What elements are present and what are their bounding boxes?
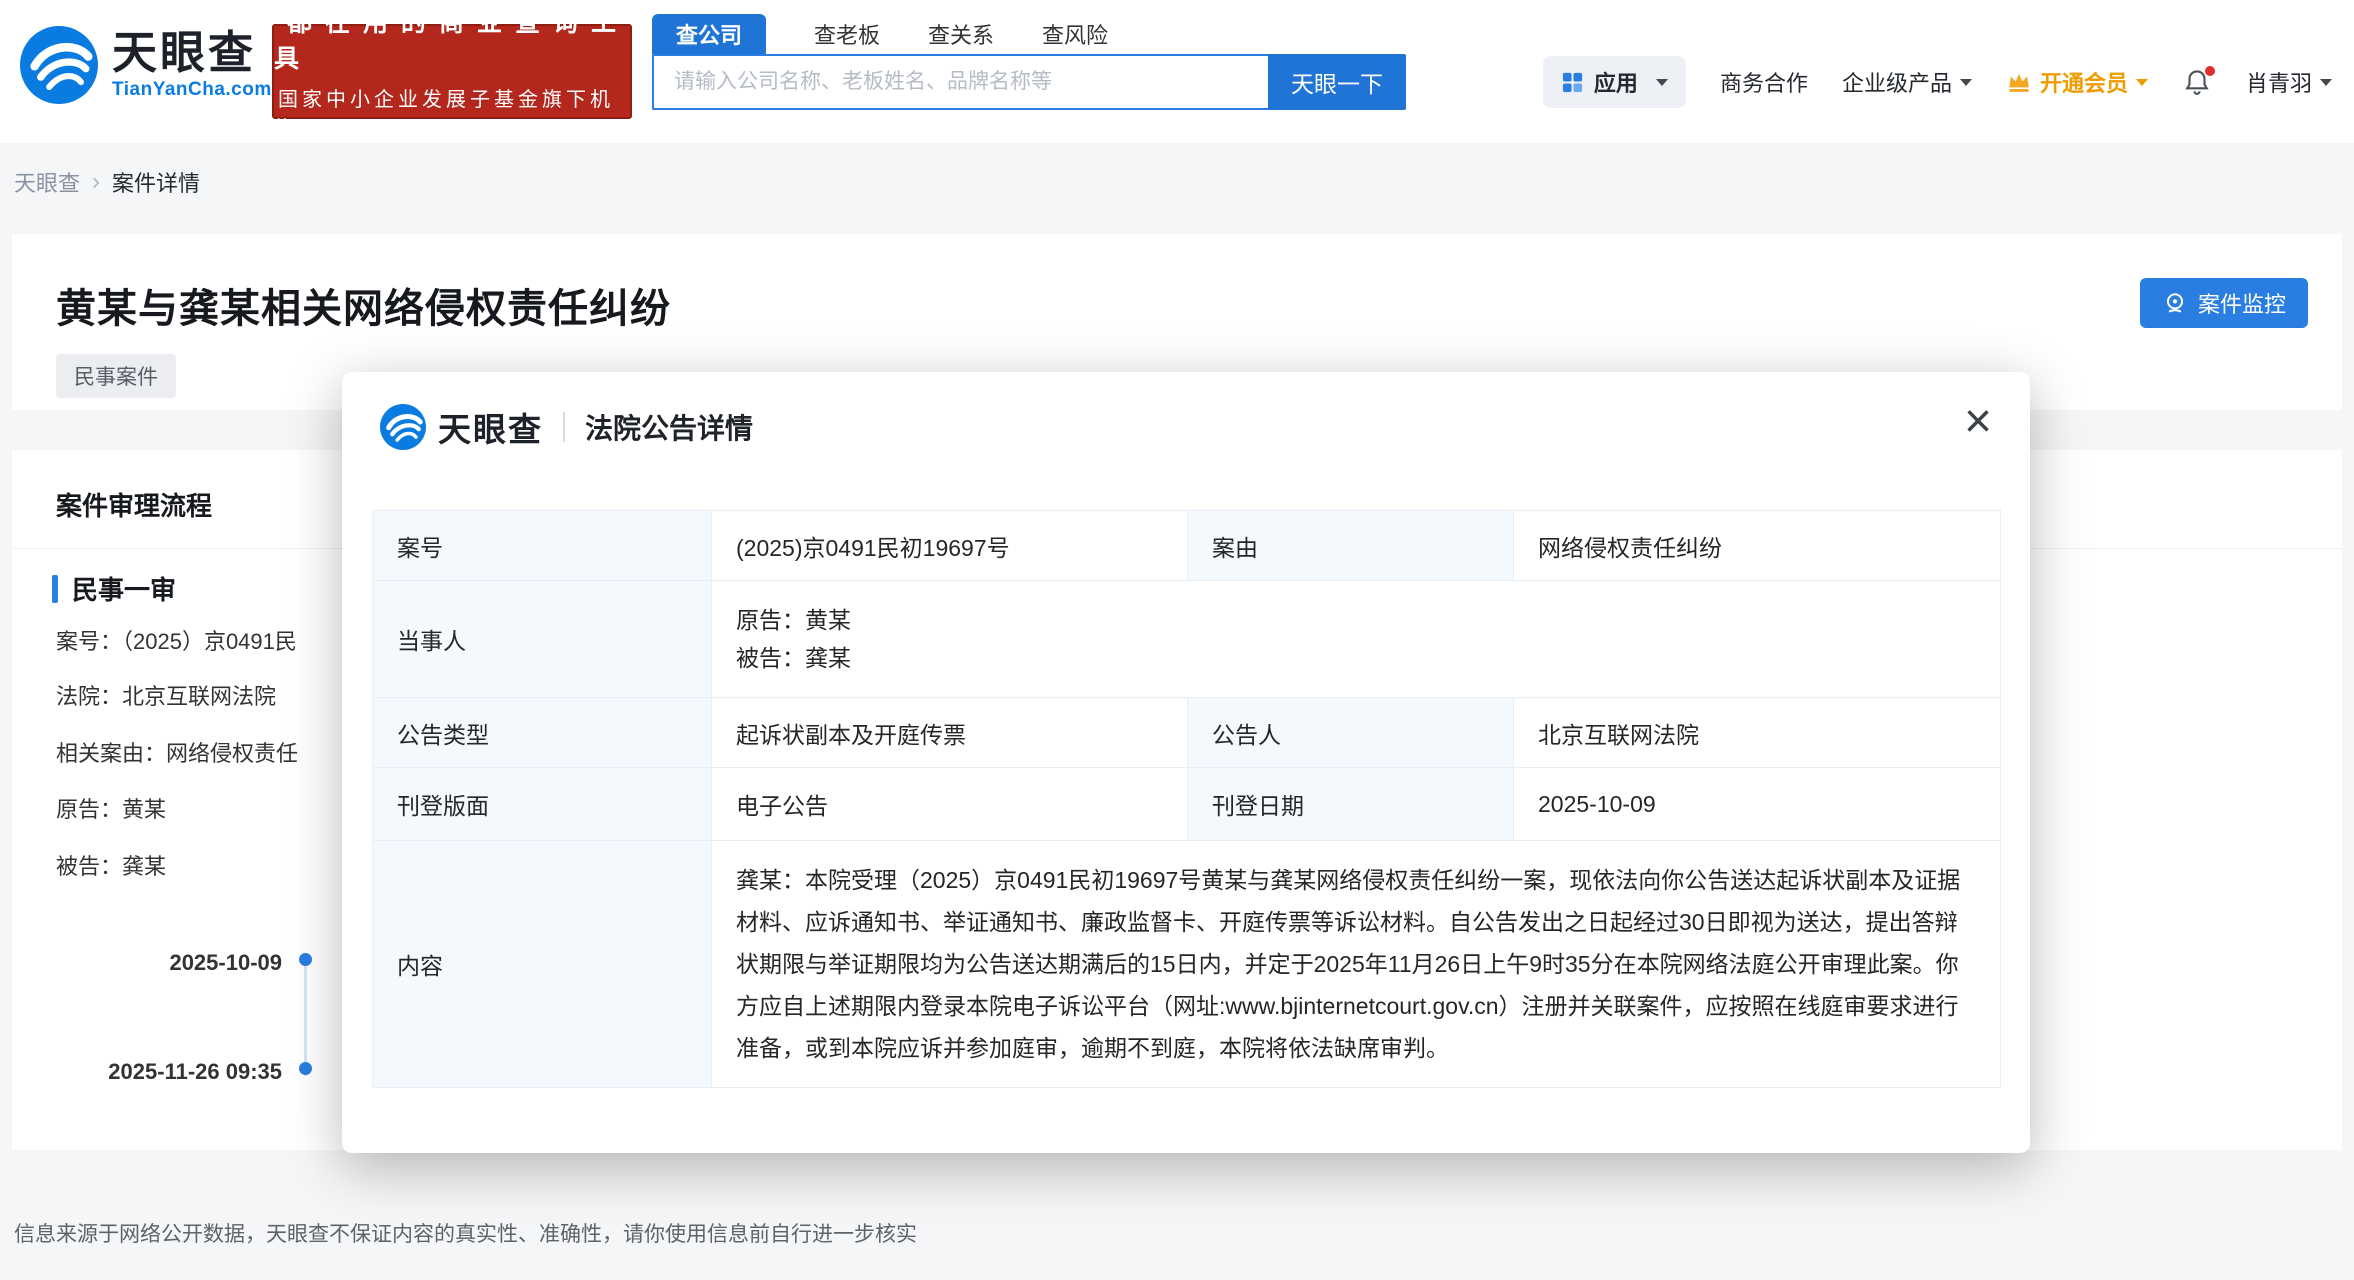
case-monitor-button[interactable]: 案件监控 <box>2140 278 2308 328</box>
timeline-dot <box>299 1062 312 1075</box>
cell-notice-type-label: 公告类型 <box>373 698 712 768</box>
chevron-down-icon <box>1960 79 1972 86</box>
top-header: 天眼查 TianYanCha.com 都在用的商业查询工具 国家中小企业发展子基… <box>0 0 2354 143</box>
chevron-down-icon <box>2320 79 2332 86</box>
breadcrumb: 天眼查 › 案件详情 <box>14 166 200 198</box>
chevron-down-icon <box>1656 79 1668 86</box>
crown-icon <box>2006 69 2040 95</box>
stage-accent-bar <box>52 575 58 603</box>
search-input[interactable] <box>652 54 1268 110</box>
tab-search-risk[interactable]: 查风险 <box>1042 18 1108 50</box>
cell-announcer-label: 公告人 <box>1188 698 1514 768</box>
chevron-down-icon <box>2136 79 2148 86</box>
vip-label: 开通会员 <box>2040 66 2128 98</box>
defendant-line: 被告：龚某 <box>736 639 1976 677</box>
modal-brand-name: 天眼查 <box>438 403 543 451</box>
tab-search-company[interactable]: 查公司 <box>652 14 766 54</box>
search-button[interactable]: 天眼一下 <box>1268 54 1406 110</box>
timeline-date: 2025-10-09 <box>12 950 282 976</box>
breadcrumb-home[interactable]: 天眼查 <box>14 166 80 198</box>
cell-notice-type: 起诉状副本及开庭传票 <box>712 698 1188 768</box>
enterprise-label: 企业级产品 <box>1842 66 1952 98</box>
divider <box>563 412 565 442</box>
cell-publish-date: 2025-10-09 <box>1514 768 2001 841</box>
flow-field-plaintiff: 原告：黄某 <box>56 792 166 824</box>
cell-publish-date-label: 刊登日期 <box>1188 768 1514 841</box>
search-tabs: 查公司 查老板 查关系 查风险 <box>652 14 1108 54</box>
tab-search-relation[interactable]: 查关系 <box>928 18 994 50</box>
plaintiff-line: 原告：黄某 <box>736 601 1976 639</box>
top-nav: 应用 商务合作 企业级产品 开通会员 <box>1543 54 2332 110</box>
nav-enterprise-products[interactable]: 企业级产品 <box>1842 66 1972 98</box>
timeline-date: 2025-11-26 09:35 <box>12 1059 282 1085</box>
tianyancha-logo-icon <box>380 404 426 450</box>
table-row: 案号 (2025)京0491民初19697号 案由 网络侵权责任纠纷 <box>373 511 2001 581</box>
modal-header: 天眼查 法院公告详情 × <box>380 402 1992 452</box>
cell-content: 龚某：本院受理（2025）京0491民初19697号黄某与龚某网络侵权责任纠纷一… <box>712 841 2001 1088</box>
table-row: 内容 龚某：本院受理（2025）京0491民初19697号黄某与龚某网络侵权责任… <box>373 841 2001 1088</box>
apps-grid-icon <box>1561 71 1584 94</box>
cooperation-label: 商务合作 <box>1720 66 1808 98</box>
cell-publish-page-label: 刊登版面 <box>373 768 712 841</box>
section-title-case-flow: 案件审理流程 <box>56 486 212 523</box>
promo-line1: 都在用的商业查询工具 <box>274 3 630 75</box>
cell-parties: 原告：黄某 被告：龚某 <box>712 581 2001 698</box>
monitor-icon <box>2162 290 2188 316</box>
stage-label: 民事一审 <box>72 570 176 607</box>
timeline-dot <box>299 953 312 966</box>
notifications-bell[interactable] <box>2182 67 2212 97</box>
cell-parties-label: 当事人 <box>373 581 712 698</box>
brand-name: 天眼查 <box>112 29 272 76</box>
court-notice-modal: 天眼查 法院公告详情 × 案号 (2025)京0491民初19697号 案由 网… <box>342 372 2030 1153</box>
page: 天眼查 TianYanCha.com 都在用的商业查询工具 国家中小企业发展子基… <box>0 0 2354 1280</box>
tab-search-boss[interactable]: 查老板 <box>814 18 880 50</box>
apps-menu[interactable]: 应用 <box>1543 56 1686 108</box>
table-row: 当事人 原告：黄某 被告：龚某 <box>373 581 2001 698</box>
flow-field-cause: 相关案由：网络侵权责任 <box>56 736 298 768</box>
promo-banner: 都在用的商业查询工具 国家中小企业发展子基金旗下机构 <box>272 24 632 119</box>
footer-disclaimer: 信息来源于网络公开数据，天眼查不保证内容的真实性、准确性，请你使用信息前自行进一… <box>14 1218 917 1248</box>
brand-logo[interactable]: 天眼查 TianYanCha.com <box>20 26 272 104</box>
brand-text: 天眼查 TianYanCha.com <box>112 29 272 100</box>
breadcrumb-current: 案件详情 <box>112 166 200 198</box>
cell-case-no: (2025)京0491民初19697号 <box>712 511 1188 581</box>
nav-open-vip[interactable]: 开通会员 <box>2006 66 2148 98</box>
cell-announcer: 北京互联网法院 <box>1514 698 2001 768</box>
brand-domain: TianYanCha.com <box>112 79 272 101</box>
cell-publish-page: 电子公告 <box>712 768 1188 841</box>
user-menu[interactable]: 肖青羽 <box>2246 66 2332 98</box>
notice-detail-table: 案号 (2025)京0491民初19697号 案由 网络侵权责任纠纷 当事人 原… <box>372 510 2001 1088</box>
case-type-badge: 民事案件 <box>56 354 176 398</box>
flow-field-court: 法院：北京互联网法院 <box>56 679 276 711</box>
timeline-connector <box>304 964 307 1076</box>
tianyancha-logo-icon <box>20 26 98 104</box>
breadcrumb-separator: › <box>92 168 100 196</box>
cell-cause-label: 案由 <box>1188 511 1514 581</box>
cell-case-no-label: 案号 <box>373 511 712 581</box>
table-row: 刊登版面 电子公告 刊登日期 2025-10-09 <box>373 768 2001 841</box>
cell-content-label: 内容 <box>373 841 712 1088</box>
flow-field-defendant: 被告：龚某 <box>56 849 166 881</box>
cell-cause: 网络侵权责任纠纷 <box>1514 511 2001 581</box>
nav-business-cooperation[interactable]: 商务合作 <box>1720 66 1808 98</box>
stage-civil-first-trial: 民事一审 <box>52 570 176 607</box>
username-label: 肖青羽 <box>2246 66 2312 98</box>
notification-dot <box>2205 66 2215 76</box>
close-icon[interactable]: × <box>1964 396 1992 448</box>
flow-field-case-no: 案号：（2025）京0491民 <box>56 624 297 656</box>
search-box: 天眼一下 <box>652 54 1406 110</box>
modal-title: 法院公告详情 <box>585 407 753 447</box>
apps-label: 应用 <box>1594 66 1638 98</box>
promo-line2: 国家中小企业发展子基金旗下机构 <box>274 83 630 141</box>
table-row: 公告类型 起诉状副本及开庭传票 公告人 北京互联网法院 <box>373 698 2001 768</box>
page-title: 黄某与龚某相关网络侵权责任纠纷 <box>56 276 2302 334</box>
monitor-button-label: 案件监控 <box>2198 287 2286 319</box>
